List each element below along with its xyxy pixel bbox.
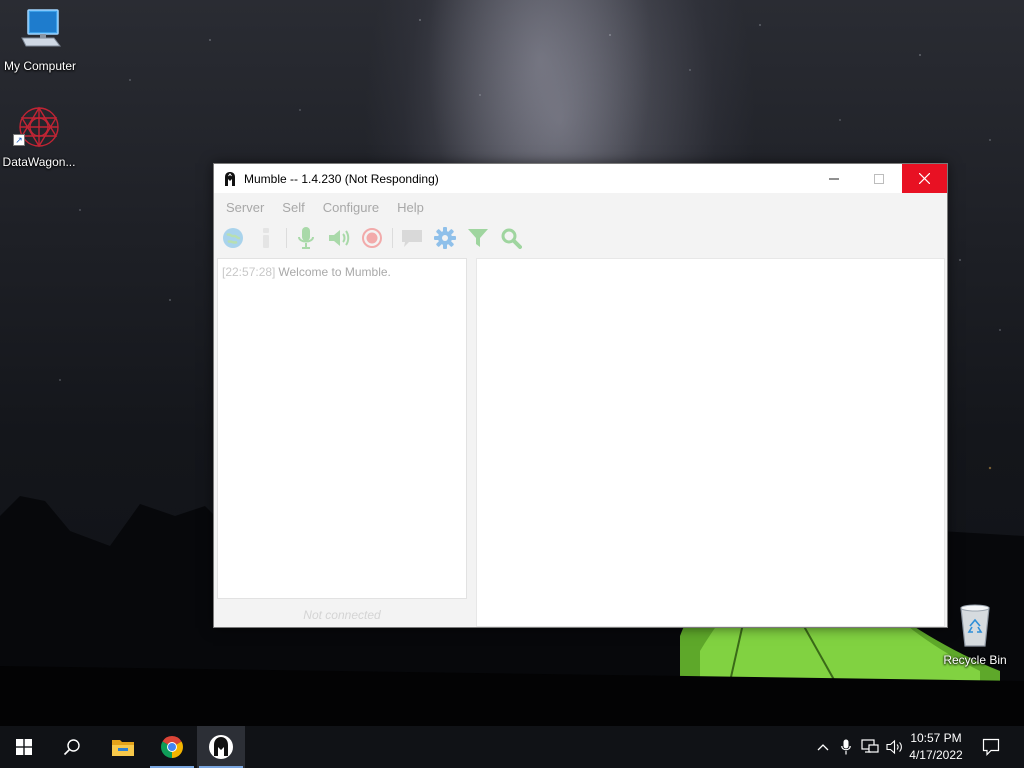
toolbar	[214, 221, 947, 255]
chrome-button[interactable]	[148, 726, 196, 768]
deafen-button[interactable]	[326, 225, 352, 251]
desktop-icon-datawagon[interactable]: ↗ DataWagon...	[0, 104, 79, 169]
file-explorer-icon	[112, 740, 134, 756]
minimize-button[interactable]	[811, 164, 856, 193]
taskbar-search-button[interactable]	[48, 726, 96, 768]
close-button[interactable]	[902, 164, 947, 193]
mute-microphone-button[interactable]	[293, 225, 319, 251]
server-info-button[interactable]	[253, 225, 279, 251]
search-icon	[501, 228, 522, 249]
menu-server[interactable]: Server	[217, 200, 273, 215]
notification-icon	[982, 738, 1000, 756]
toolbar-separator	[286, 228, 287, 248]
mumble-icon	[209, 735, 233, 759]
desktop-icon-label: Recycle Bin	[943, 653, 1007, 667]
record-button[interactable]	[359, 225, 385, 251]
record-icon	[362, 228, 382, 248]
filter-icon	[468, 229, 488, 247]
computer-icon	[0, 8, 80, 57]
channel-tree-pane[interactable]	[476, 258, 945, 627]
clock-time: 10:57 PM	[910, 731, 962, 745]
search-button[interactable]	[498, 225, 524, 251]
shortcut-arrow-icon: ↗	[13, 134, 25, 146]
taskbar: 10:57 PM 4/17/2022	[0, 726, 1024, 768]
speaker-icon	[886, 739, 902, 755]
minimize-icon	[828, 178, 839, 179]
log-timestamp: [22:57:28]	[222, 265, 276, 279]
desktop-icon-label: DataWagon...	[2, 155, 76, 169]
clock[interactable]: 10:57 PM 4/17/2022	[906, 730, 966, 764]
datawagon-icon: ↗	[0, 104, 79, 153]
title-bar[interactable]: Mumble -- 1.4.230 (Not Responding)	[214, 164, 947, 193]
log-message: Welcome to Mumble.	[278, 265, 391, 279]
show-hidden-icons-button[interactable]	[812, 726, 834, 768]
menu-self[interactable]: Self	[273, 200, 313, 215]
gear-icon	[434, 227, 456, 249]
connection-status: Not connected	[303, 608, 381, 622]
mumble-window[interactable]: Mumble -- 1.4.230 (Not Responding) Serve…	[213, 163, 948, 628]
network-icon	[861, 739, 879, 753]
network-tray-button[interactable]	[858, 726, 882, 768]
maximize-icon	[873, 173, 884, 184]
file-explorer-button[interactable]	[99, 726, 147, 768]
menu-configure[interactable]: Configure	[314, 200, 388, 215]
volume-tray-button[interactable]	[884, 726, 906, 768]
microphone-icon	[841, 739, 851, 755]
mumble-taskbar-button[interactable]	[197, 726, 245, 768]
desktop-icon-label: My Computer	[3, 59, 77, 73]
microphone-tray-button[interactable]	[836, 726, 856, 768]
text-message-button[interactable]	[399, 225, 425, 251]
settings-button[interactable]	[432, 225, 458, 251]
menu-bar: Server Self Configure Help	[214, 193, 947, 221]
mumble-icon	[222, 171, 238, 187]
speaker-icon	[329, 230, 350, 246]
start-icon	[16, 739, 32, 755]
desktop-icon-my-computer[interactable]: My Computer	[0, 8, 80, 73]
window-content: [22:57:28] Welcome to Mumble. Not connect…	[214, 256, 947, 627]
maximize-button[interactable]	[856, 164, 901, 193]
chat-icon	[402, 230, 422, 247]
menu-help[interactable]: Help	[388, 200, 433, 215]
close-icon	[919, 173, 930, 184]
window-title: Mumble -- 1.4.230 (Not Responding)	[244, 171, 439, 186]
search-icon	[63, 739, 80, 756]
toolbar-separator	[392, 228, 393, 248]
log-pane[interactable]: [22:57:28] Welcome to Mumble.	[217, 258, 467, 599]
chevron-up-icon	[817, 744, 829, 751]
start-button[interactable]	[0, 726, 48, 768]
connect-button[interactable]	[220, 225, 246, 251]
globe-icon	[223, 228, 243, 248]
action-center-button[interactable]	[976, 726, 1006, 768]
microphone-icon	[298, 227, 314, 249]
clock-date: 4/17/2022	[909, 748, 963, 762]
chrome-icon	[161, 736, 183, 758]
filter-button[interactable]	[465, 225, 491, 251]
info-icon	[263, 228, 269, 248]
